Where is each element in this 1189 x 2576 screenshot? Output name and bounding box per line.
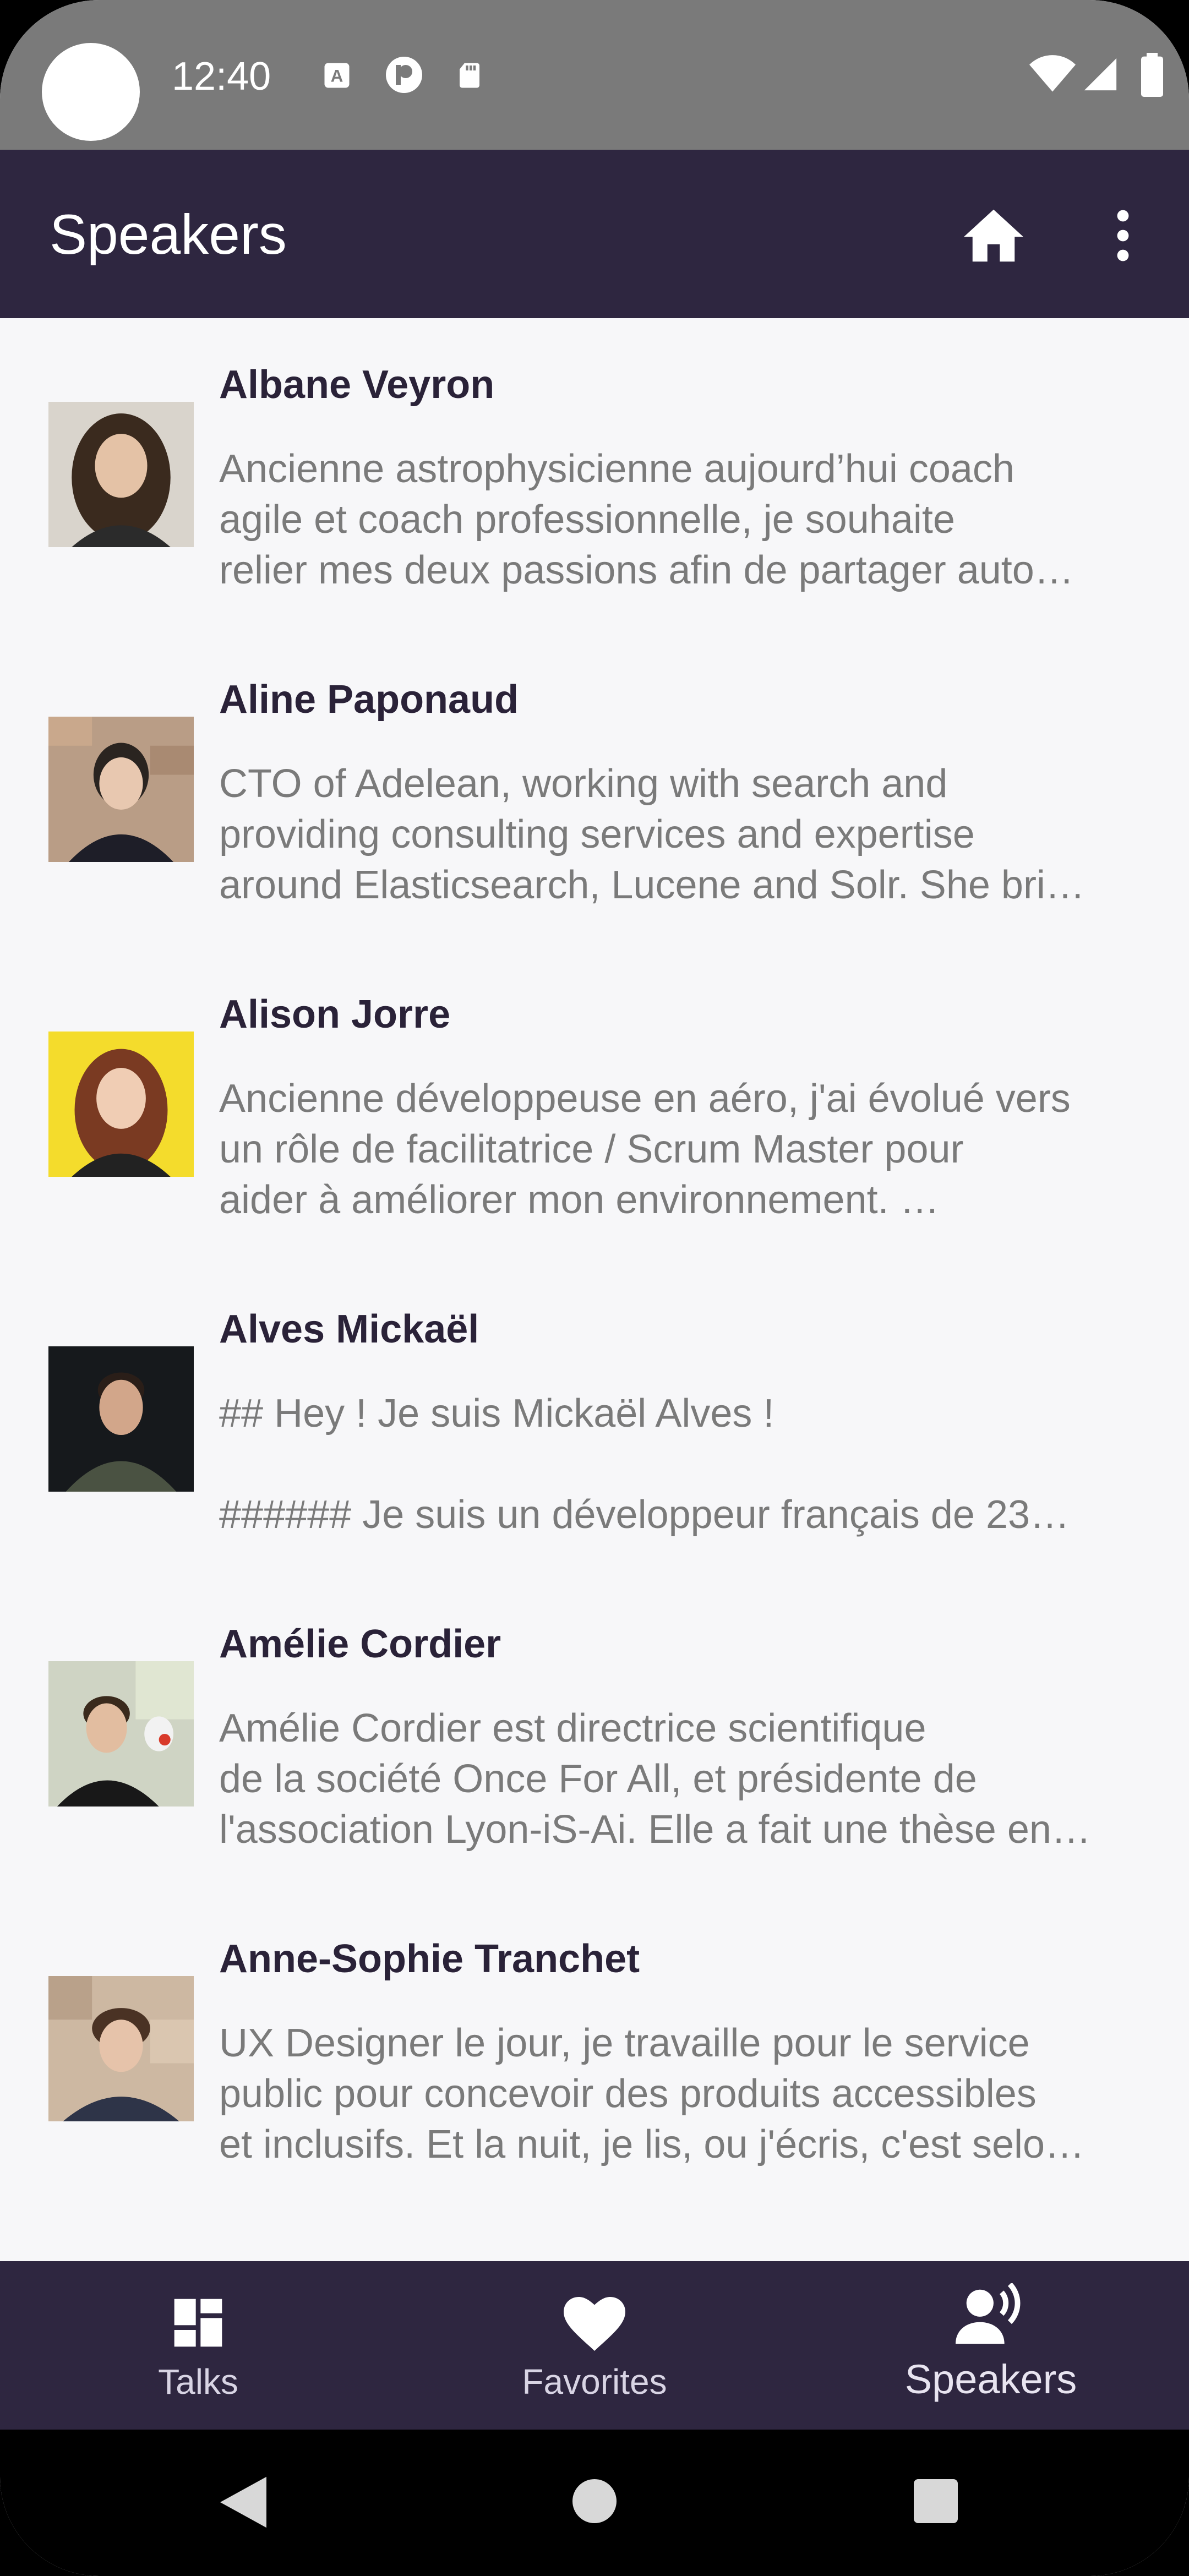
- nav-tab-talks[interactable]: Talks: [0, 2261, 396, 2430]
- speaker-avatar: [48, 402, 194, 547]
- more-vert-icon: [1117, 210, 1129, 261]
- nav-tab-favorites[interactable]: Favorites: [396, 2261, 793, 2430]
- nav-label-talks: Talks: [158, 2362, 238, 2402]
- signal-icon: [1084, 58, 1117, 91]
- battery-icon: [1141, 53, 1163, 97]
- system-navigation-bar: [0, 2430, 1189, 2576]
- speaker-bio: Ancienne développeuse en aéro, j'ai évol…: [219, 1077, 1071, 1222]
- status-bar: 12:40 A: [0, 0, 1189, 150]
- speaker-avatar: [48, 1976, 194, 2121]
- speakers-list: Albane Veyron Ancienne astrophysicienne …: [0, 318, 1189, 2261]
- speaker-item[interactable]: Alves Mickaël ## Hey ! Je suis Mickaël A…: [0, 1307, 1189, 1622]
- p-icon: [386, 57, 422, 93]
- speaker-name: Albane Veyron: [219, 363, 495, 407]
- app-bar: Speakers: [0, 150, 1189, 318]
- speaker-name: Anne-Sophie Tranchet: [219, 1937, 640, 1981]
- speaker-item[interactable]: Amélie Cordier Amélie Cordier est direct…: [0, 1622, 1189, 1936]
- home-button[interactable]: [958, 203, 1029, 269]
- a-icon: A: [324, 63, 350, 88]
- recents-icon[interactable]: [914, 2479, 958, 2523]
- home-icon: [964, 209, 1023, 262]
- speaker-name: Aline Paponaud: [219, 678, 519, 722]
- speaker-avatar: [48, 1661, 194, 1807]
- svg-text:A: A: [331, 66, 343, 85]
- speaker-bio: UX Designer le jour, je travaille pour l…: [219, 2021, 1085, 2166]
- home-circle-icon[interactable]: [572, 2479, 617, 2523]
- speaker-voice-icon: [956, 2283, 1021, 2344]
- dashboard-icon: [174, 2299, 222, 2347]
- nav-label-favorites: Favorites: [522, 2362, 667, 2402]
- heart-icon: [564, 2297, 625, 2351]
- sd-card-icon: [460, 63, 479, 88]
- speaker-item[interactable]: Albane Veyron Ancienne astrophysicienne …: [0, 362, 1189, 677]
- speaker-name: Alves Mickaël: [219, 1307, 479, 1351]
- speaker-bio: ## Hey ! Je suis Mickaël Alves ! ###### …: [219, 1391, 1070, 1537]
- speaker-item[interactable]: Alison Jorre Ancienne développeuse en aé…: [0, 992, 1189, 1307]
- nav-tab-speakers[interactable]: Speakers: [793, 2261, 1189, 2430]
- bottom-navigation: Talks Favorites Speakers: [0, 2261, 1189, 2430]
- speaker-name: Amélie Cordier: [219, 1622, 501, 1666]
- speaker-item[interactable]: Aline Paponaud CTO of Adelean, working w…: [0, 677, 1189, 992]
- more-options-button[interactable]: [1101, 203, 1145, 269]
- speaker-avatar: [48, 1032, 194, 1177]
- page-title: Speakers: [50, 203, 287, 266]
- nav-label-speakers: Speakers: [904, 2356, 1077, 2402]
- speaker-bio: Amélie Cordier est directrice scientifiq…: [219, 1706, 1091, 1852]
- wifi-icon: [1029, 55, 1076, 92]
- phone-screen: 12:40 A Speakers Albane Veyron Ancienne …: [0, 0, 1189, 2576]
- speaker-name: Alison Jorre: [219, 992, 451, 1036]
- camera-cutout: [42, 43, 140, 141]
- back-icon[interactable]: [220, 2476, 266, 2529]
- speaker-bio: CTO of Adelean, working with search and …: [219, 762, 1085, 907]
- speaker-avatar: [48, 717, 194, 862]
- status-time: 12:40: [172, 54, 271, 99]
- speaker-item[interactable]: Anne-Sophie Tranchet UX Designer le jour…: [0, 1936, 1189, 2251]
- speaker-bio: Ancienne astrophysicienne aujourd’hui co…: [219, 447, 1074, 592]
- speaker-avatar: [48, 1346, 194, 1492]
